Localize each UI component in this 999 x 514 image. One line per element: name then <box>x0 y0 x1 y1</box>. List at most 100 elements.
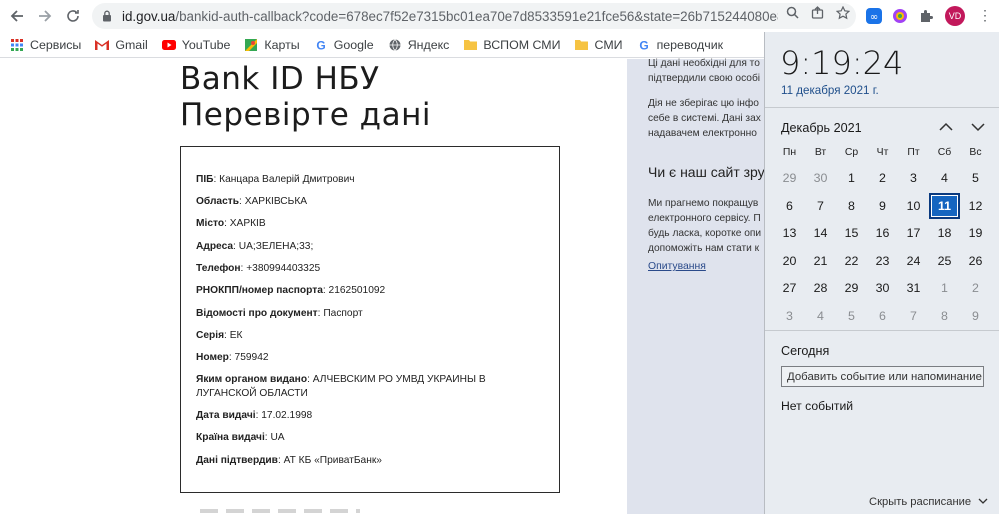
weekday-label: Чт <box>876 147 889 158</box>
calendar-day[interactable]: 7 <box>805 193 836 219</box>
current-date-link[interactable]: 11 декабря 2021 г. <box>781 84 879 97</box>
cut-off-text <box>200 509 360 513</box>
calendar-day[interactable]: 5 <box>836 303 867 329</box>
calendar-day[interactable]: 8 <box>929 303 960 329</box>
bookmark-translator[interactable]: G переводчик <box>637 38 723 52</box>
add-event-input[interactable]: Добавить событие или напоминание <box>781 366 984 387</box>
calendar-day[interactable]: 1 <box>929 275 960 301</box>
calendar-day[interactable]: 4 <box>929 165 960 191</box>
calendar-day[interactable]: 17 <box>898 220 929 246</box>
info-text: допоможіть нам стати к <box>648 243 760 254</box>
bookmark-maps[interactable]: Карты <box>244 38 300 52</box>
bookmark-folder-vspom-smi[interactable]: ВСПОМ СМИ <box>463 38 561 52</box>
calendar-day[interactable]: 27 <box>774 275 805 301</box>
calendar-day[interactable]: 21 <box>805 248 836 274</box>
field-tax-id: РНОКПП/номер паспорта: 2162501092 <box>196 285 386 296</box>
address-bar[interactable]: id.gov.ua/bankid-auth-callback?code=678e… <box>92 3 856 29</box>
survey-link[interactable]: Опитування <box>648 261 706 272</box>
calendar-day[interactable]: 7 <box>898 303 929 329</box>
calendar-day[interactable]: 24 <box>898 248 929 274</box>
calendar-day[interactable]: 3 <box>898 165 929 191</box>
calendar-day[interactable]: 6 <box>774 193 805 219</box>
calendar-day[interactable]: 30 <box>867 275 898 301</box>
extensions-puzzle-icon[interactable] <box>917 7 935 25</box>
field-issued-by: Яким органом видано: АЛЧЕВСКИМ РО УМВД У… <box>196 374 486 399</box>
back-arrow-icon[interactable] <box>6 5 28 27</box>
calendar-day[interactable]: 28 <box>805 275 836 301</box>
field-region: Область: ХАРКІВСЬКА <box>196 196 308 207</box>
gmail-icon <box>95 39 110 51</box>
calendar-day[interactable]: 15 <box>836 220 867 246</box>
field-document: Відомості про документ: Паспорт <box>196 308 363 319</box>
field-phone: Телефон: +380994403325 <box>196 263 321 274</box>
calendar-day[interactable]: 29 <box>836 275 867 301</box>
calendar-day[interactable]: 19 <box>960 220 991 246</box>
bookmark-services[interactable]: Сервисы <box>10 38 81 52</box>
calendar-day[interactable]: 5 <box>960 165 991 191</box>
chevron-down-icon[interactable] <box>969 118 987 136</box>
bookmark-star-icon[interactable] <box>835 5 851 23</box>
forward-arrow-icon[interactable] <box>34 5 56 27</box>
calendar-day[interactable]: 25 <box>929 248 960 274</box>
calendar-day[interactable]: 12 <box>960 193 991 219</box>
calendar-flyout: 9:19:24 11 декабря 2021 г. Декабрь 2021 … <box>764 32 999 514</box>
month-label[interactable]: Декабрь 2021 <box>781 121 862 135</box>
divider <box>765 107 999 108</box>
field-issue-country: Країна видачі: UA <box>196 432 285 443</box>
calendar-day[interactable]: 18 <box>929 220 960 246</box>
chevron-up-icon[interactable] <box>937 118 955 136</box>
extension-color-icon[interactable] <box>891 7 909 25</box>
calendar-day[interactable]: 9 <box>867 193 898 219</box>
info-text: себе в системі. Дані зах <box>648 113 761 124</box>
calendar-day[interactable]: 4 <box>805 303 836 329</box>
calendar-day[interactable]: 11 <box>929 192 960 219</box>
field-issue-date: Дата видачі: 17.02.1998 <box>196 410 313 421</box>
zoom-icon[interactable] <box>786 6 799 23</box>
profile-avatar[interactable]: VD <box>945 6 965 26</box>
bookmark-google[interactable]: G Google <box>314 38 374 52</box>
reload-icon[interactable] <box>62 5 84 27</box>
lock-icon[interactable] <box>100 9 114 23</box>
bookmark-gmail[interactable]: Gmail <box>95 38 148 52</box>
calendar-day[interactable]: 29 <box>774 165 805 191</box>
field-confirmed-by: Дані підтвердив: АТ КБ «ПриватБанк» <box>196 455 382 466</box>
hide-schedule-button[interactable]: Скрыть расписание <box>869 496 988 508</box>
menu-kebab-icon[interactable]: ⋮ <box>978 7 992 24</box>
weekday-label: Пн <box>782 147 797 158</box>
bookmark-folder-smi[interactable]: СМИ <box>575 38 623 52</box>
weekday-label: Вт <box>814 147 827 158</box>
calendar-day[interactable]: 2 <box>867 165 898 191</box>
calendar-day[interactable]: 13 <box>774 220 805 246</box>
calendar-day[interactable]: 16 <box>867 220 898 246</box>
calendar-day[interactable]: 26 <box>960 248 991 274</box>
info-text: Ці дані необхідні для то <box>648 58 760 69</box>
calendar-day[interactable]: 23 <box>867 248 898 274</box>
calendar-day[interactable]: 3 <box>774 303 805 329</box>
browser-toolbar: id.gov.ua/bankid-auth-callback?code=678e… <box>0 0 999 32</box>
calendar-day[interactable]: 10 <box>898 193 929 219</box>
share-icon[interactable] <box>811 6 824 23</box>
url-text[interactable]: id.gov.ua/bankid-auth-callback?code=678e… <box>122 9 778 24</box>
calendar-day[interactable]: 20 <box>774 248 805 274</box>
calendar-day[interactable]: 8 <box>836 193 867 219</box>
calendar-day[interactable]: 22 <box>836 248 867 274</box>
svg-text:G: G <box>639 39 648 51</box>
no-events-text: Нет событий <box>781 399 854 413</box>
calendar-day[interactable]: 6 <box>867 303 898 329</box>
folder-icon <box>575 39 589 51</box>
calendar-day[interactable]: 9 <box>960 303 991 329</box>
bookmark-youtube[interactable]: YouTube <box>161 38 230 52</box>
calendar-day[interactable]: 31 <box>898 275 929 301</box>
weekday-label: Ср <box>844 147 859 158</box>
field-number: Номер: 759942 <box>196 352 269 363</box>
calendar-day[interactable]: 14 <box>805 220 836 246</box>
globe-icon <box>388 38 402 51</box>
svg-text:G: G <box>316 39 325 51</box>
extension-infinity-icon[interactable]: ∞ <box>865 7 883 25</box>
calendar-day[interactable]: 2 <box>960 275 991 301</box>
bookmark-yandex[interactable]: Яндекс <box>388 38 449 52</box>
weekday-label: Пт <box>907 147 920 158</box>
weekday-label: Сб <box>937 147 952 158</box>
calendar-day[interactable]: 1 <box>836 165 867 191</box>
calendar-day[interactable]: 30 <box>805 165 836 191</box>
